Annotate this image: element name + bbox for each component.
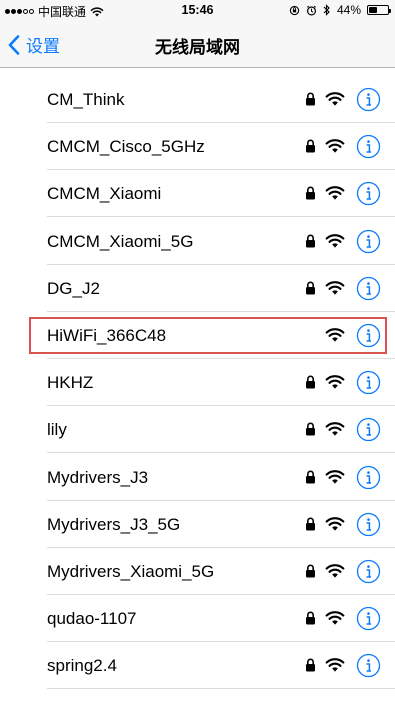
info-button-icon[interactable]	[356, 559, 381, 584]
page-title: 无线局域网	[155, 38, 240, 57]
row-separator	[47, 688, 395, 690]
lock-icon	[306, 658, 315, 672]
wifi-signal-icon	[325, 280, 345, 295]
lock-icon	[306, 281, 315, 295]
network-row-0[interactable]: CM_Think	[0, 76, 395, 123]
network-name: CMCM_Cisco_5GHz	[47, 137, 205, 157]
status-bar-right: 44%	[289, 3, 391, 17]
wifi-signal-icon	[325, 658, 345, 673]
wifi-signal-icon	[325, 516, 345, 531]
network-row-4[interactable]: DG_J2	[0, 265, 395, 312]
info-button-icon[interactable]	[356, 653, 381, 678]
lock-icon	[306, 92, 315, 106]
lock-icon	[306, 375, 315, 389]
network-name: Mydrivers_Xiaomi_5G	[47, 562, 215, 581]
wifi-signal-icon	[325, 92, 345, 106]
info-button-icon[interactable]	[356, 134, 381, 159]
info-button-icon[interactable]	[356, 87, 381, 112]
lock-icon	[306, 517, 315, 531]
info-button-icon[interactable]	[356, 276, 381, 301]
network-row-9[interactable]: Mydrivers_J3_5G	[0, 501, 395, 548]
orientation-lock-icon	[289, 5, 300, 15]
wifi-signal-icon	[325, 375, 345, 389]
info-button-icon[interactable]	[356, 606, 381, 631]
network-name: CM_Think	[47, 90, 125, 109]
lock-icon	[306, 422, 315, 436]
wifi-signal-icon	[325, 422, 345, 437]
network-name: lily	[47, 420, 67, 440]
network-name: DG_J2	[47, 278, 100, 298]
alarm-icon	[306, 5, 317, 15]
info-button-icon[interactable]	[356, 417, 381, 442]
wifi-signal-icon	[325, 469, 345, 484]
network-name: Mydrivers_J3	[47, 467, 149, 487]
network-row-1[interactable]: CMCM_Cisco_5GHz	[0, 123, 395, 171]
network-row-7[interactable]: lily	[0, 406, 395, 454]
info-button-icon[interactable]	[356, 465, 381, 490]
bluetooth-icon	[323, 4, 330, 16]
network-row-10[interactable]: Mydrivers_Xiaomi_5G	[0, 548, 395, 595]
network-row-12[interactable]: spring2.4	[0, 642, 395, 690]
network-name: spring2.4	[47, 656, 117, 676]
info-button-icon[interactable]	[356, 512, 381, 537]
network-name: Mydrivers_J3_5G	[47, 514, 181, 534]
lock-icon	[306, 234, 315, 248]
network-name: HKHZ	[47, 373, 94, 393]
battery-percent: 44%	[336, 3, 361, 17]
info-button-icon[interactable]	[356, 370, 381, 395]
wifi-signal-icon	[325, 186, 345, 201]
info-button-icon[interactable]	[356, 229, 381, 254]
wifi-signal-icon	[325, 139, 345, 153]
lock-icon	[306, 611, 315, 625]
network-row-2[interactable]: CMCM_Xiaomi	[0, 170, 395, 218]
wifi-signal-icon	[325, 611, 345, 625]
network-name: CMCM_Xiaomi_5G	[47, 231, 194, 251]
highlight-box	[29, 317, 387, 354]
network-name: qudao-1107	[47, 609, 137, 629]
lock-icon	[306, 564, 315, 578]
lock-icon	[306, 470, 315, 484]
network-row-11[interactable]: qudao-1107	[0, 595, 395, 643]
network-list: CM_Think CMCM_Cisco_5GHz CMCM_Xiaomi CMC…	[0, 68, 395, 701]
wifi-signal-icon	[325, 564, 345, 578]
info-button-icon[interactable]	[356, 181, 381, 206]
lock-icon	[306, 186, 315, 200]
network-row-8[interactable]: Mydrivers_J3	[0, 454, 395, 501]
network-row-3[interactable]: CMCM_Xiaomi_5G	[0, 218, 395, 265]
battery-icon	[367, 5, 391, 15]
network-name: CMCM_Xiaomi	[47, 184, 162, 204]
navigation-bar: 设置 无线局域网	[0, 20, 395, 68]
wifi-signal-icon	[325, 233, 345, 248]
lock-icon	[306, 139, 315, 153]
network-row-6[interactable]: HKHZ	[0, 359, 395, 407]
status-bar: 中国联通 15:46 44%	[0, 0, 395, 20]
